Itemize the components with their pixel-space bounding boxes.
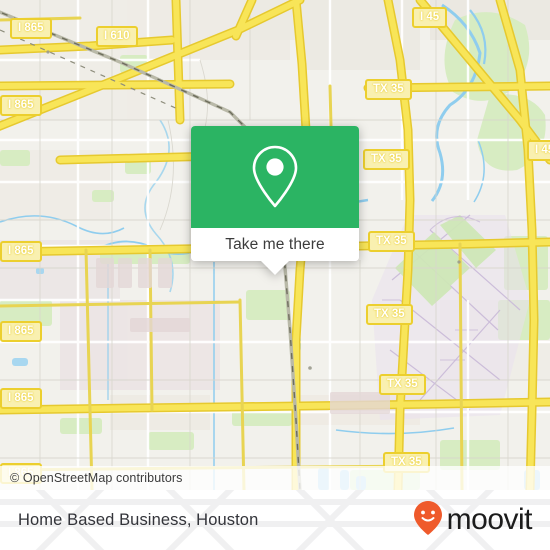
location-title: Home Based Business, Houston <box>18 510 259 529</box>
road-shield: I 865 <box>0 321 42 342</box>
road-shield-label: I 865 <box>8 99 34 111</box>
road-shield: I 865 <box>0 241 42 262</box>
moovit-wordmark: moovit <box>446 503 533 536</box>
road-shield-label: I 610 <box>104 30 130 42</box>
road-shield-label: I 865 <box>8 392 34 404</box>
road-shield-label: TX 35 <box>373 83 404 95</box>
road-shield: I 865 <box>0 388 42 409</box>
road-shield-label: I 865 <box>8 325 34 337</box>
road-shield-label: TX 35 <box>387 378 418 390</box>
take-me-there-popup[interactable]: Take me there <box>191 126 359 275</box>
map-canvas[interactable]: I 865 I 610 I 45 TX 35 I 865 TX 35 I 45 I 865 TX… <box>0 0 550 490</box>
road-shield: I 45 <box>412 7 448 28</box>
page-footer: Home Based Business, Houston moovit <box>0 490 550 550</box>
road-shield-label: I 45 <box>420 11 440 23</box>
popup-icon-panel <box>191 126 359 228</box>
footer-row: Home Based Business, Houston moovit <box>0 490 550 550</box>
road-shield: TX 35 <box>379 374 426 395</box>
road-shield: TX 35 <box>368 231 415 252</box>
popup-inner: Take me there <box>191 126 359 261</box>
road-shield: TX 35 <box>365 79 412 100</box>
road-shield: TX 35 <box>366 304 413 325</box>
moovit-map-page: I 865 I 610 I 45 TX 35 I 865 TX 35 I 45 I 865 TX… <box>0 0 550 550</box>
moovit-pin-icon <box>413 500 443 541</box>
road-shield: I 865 <box>10 18 52 39</box>
road-shield-label: I 865 <box>8 245 34 257</box>
moovit-logo[interactable]: moovit <box>413 500 533 541</box>
road-shield-label: I 865 <box>18 22 44 34</box>
road-shield: I 610 <box>96 26 138 47</box>
map-pin-icon <box>249 144 301 210</box>
road-shield: I 865 <box>0 95 42 116</box>
road-shield-label: TX 35 <box>376 235 407 247</box>
osm-attribution-text[interactable]: © OpenStreetMap contributors <box>0 471 183 485</box>
road-shield-label: I 45 <box>535 144 550 156</box>
road-shield: TX 35 <box>363 149 410 170</box>
popup-pointer-arrow <box>261 261 289 275</box>
take-me-there-button[interactable]: Take me there <box>191 228 359 261</box>
road-shield: I 45 <box>527 140 550 161</box>
road-shield-label: TX 35 <box>371 153 402 165</box>
osm-attribution-bar: © OpenStreetMap contributors <box>0 466 550 490</box>
road-shield-label: TX 35 <box>374 308 405 320</box>
